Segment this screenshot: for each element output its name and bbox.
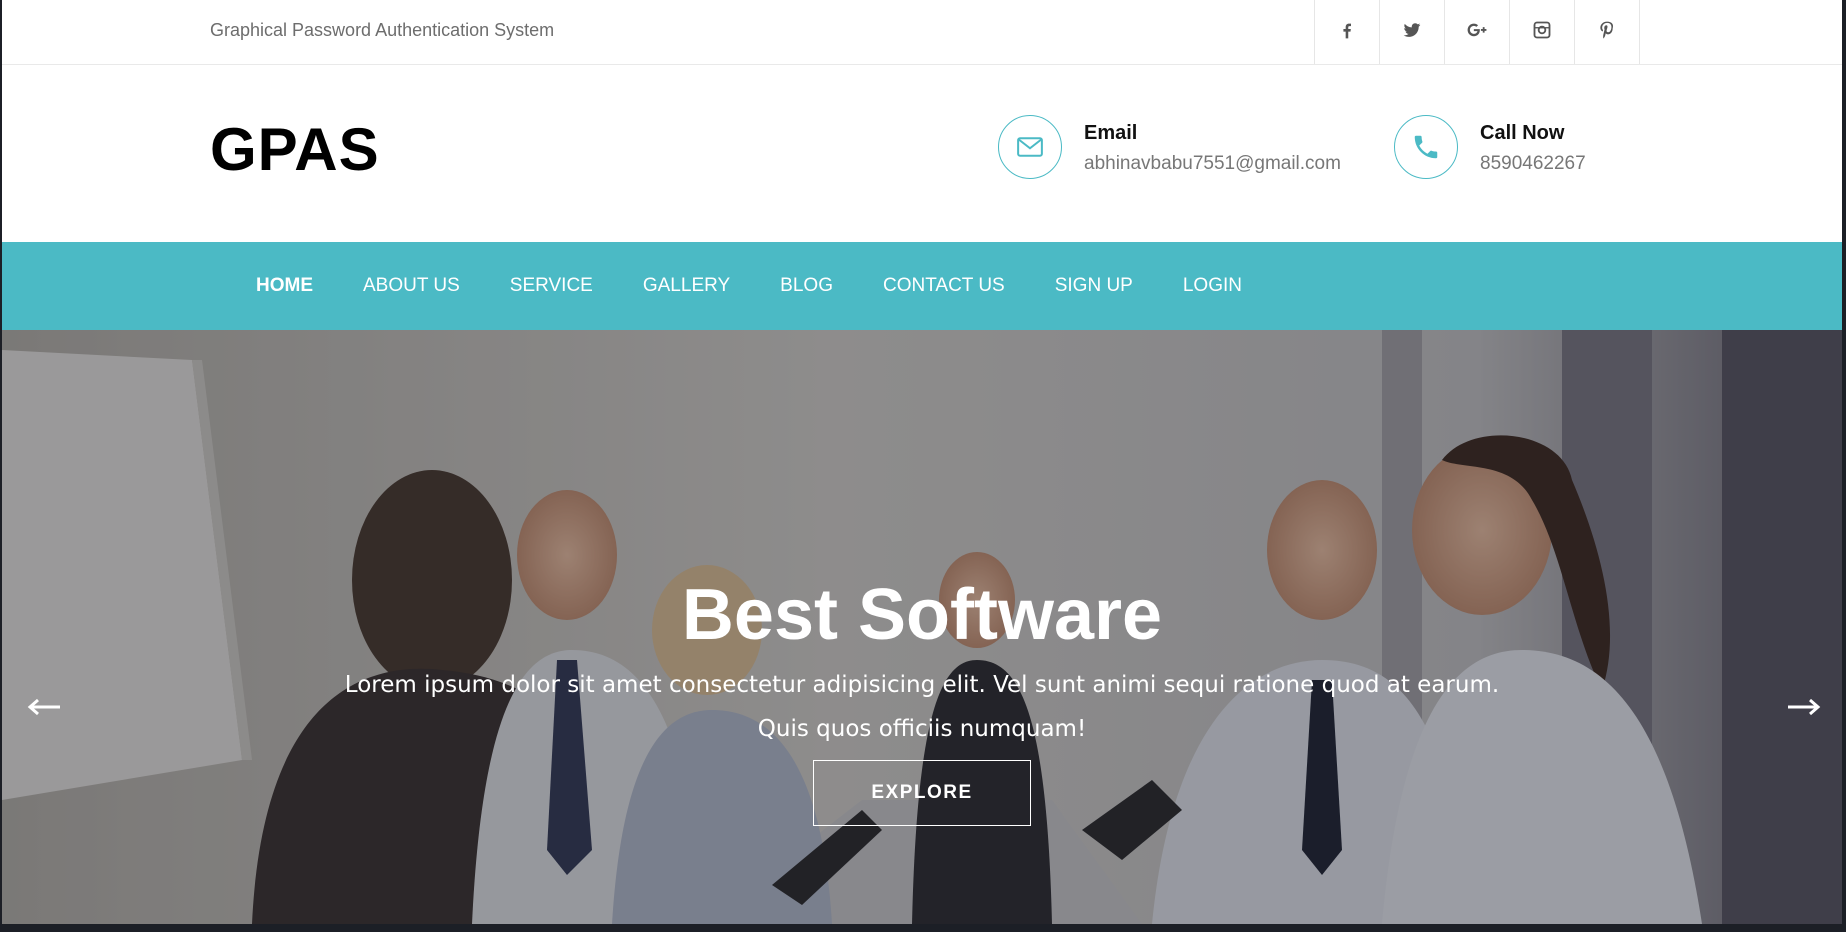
email-text: Email abhinavbabu7551@gmail.com [1084, 115, 1341, 175]
facebook-icon [1337, 20, 1357, 45]
slider-prev-button[interactable] [24, 692, 64, 722]
twitter-link[interactable] [1379, 0, 1444, 64]
email-value[interactable]: abhinavbabu7551@gmail.com [1084, 153, 1341, 175]
arrow-right-icon [1784, 698, 1824, 726]
hero-description-line-2: Quis quos officiis numquam! [757, 716, 1087, 742]
nav-item-service[interactable]: SERVICE [510, 275, 593, 297]
email-label: Email [1084, 122, 1138, 144]
hero-title: Best Software [681, 575, 1163, 655]
email-contact: Email abhinavbabu7551@gmail.com [998, 115, 1341, 179]
google-plus-link[interactable] [1444, 0, 1509, 64]
nav-item-home[interactable]: HOME [256, 275, 313, 297]
instagram-icon [1532, 20, 1552, 45]
hero-description-line-1: Lorem ipsum dolor sit amet consectetur a… [344, 672, 1500, 698]
nav-item-blog[interactable]: BLOG [780, 275, 833, 297]
phone-icon [1394, 115, 1458, 179]
nav-item-about-us[interactable]: ABOUT US [363, 275, 460, 297]
pinterest-icon [1597, 20, 1617, 45]
top-bar: Graphical Password Authentication System [2, 0, 1842, 65]
pinterest-link[interactable] [1574, 0, 1640, 64]
nav-item-sign-up[interactable]: SIGN UP [1055, 275, 1133, 297]
social-links [1314, 0, 1640, 64]
hero-slider: Best Software Lorem ipsum dolor sit amet… [2, 330, 1842, 924]
phone-contact: Call Now 8590462267 [1394, 115, 1586, 179]
envelope-icon [998, 115, 1062, 179]
website: Graphical Password Authentication System [2, 0, 1842, 924]
twitter-icon [1402, 20, 1422, 45]
nav-item-gallery[interactable]: GALLERY [643, 275, 730, 297]
site-tagline: Graphical Password Authentication System [210, 20, 555, 40]
nav-item-contact-us[interactable]: CONTACT US [883, 275, 1005, 297]
site-header: GPAS Email abhinavbabu7551@gmail.com Cal… [2, 65, 1842, 242]
page: Graphical Password Authentication System [0, 0, 1846, 932]
phone-text: Call Now 8590462267 [1480, 115, 1586, 175]
site-logo[interactable]: GPAS [210, 115, 380, 184]
nav-item-login[interactable]: LOGIN [1183, 275, 1242, 297]
google-plus-icon [1467, 20, 1487, 45]
arrow-left-icon [24, 698, 64, 726]
phone-value[interactable]: 8590462267 [1480, 153, 1586, 175]
main-nav: HOME ABOUT US SERVICE GALLERY BLOG CONTA… [2, 242, 1842, 330]
explore-button[interactable]: EXPLORE [813, 760, 1031, 826]
instagram-link[interactable] [1509, 0, 1574, 64]
facebook-link[interactable] [1314, 0, 1379, 64]
slider-next-button[interactable] [1784, 692, 1824, 722]
phone-label: Call Now [1480, 122, 1565, 144]
hero-description: Lorem ipsum dolor sit amet consectetur a… [2, 663, 1842, 751]
